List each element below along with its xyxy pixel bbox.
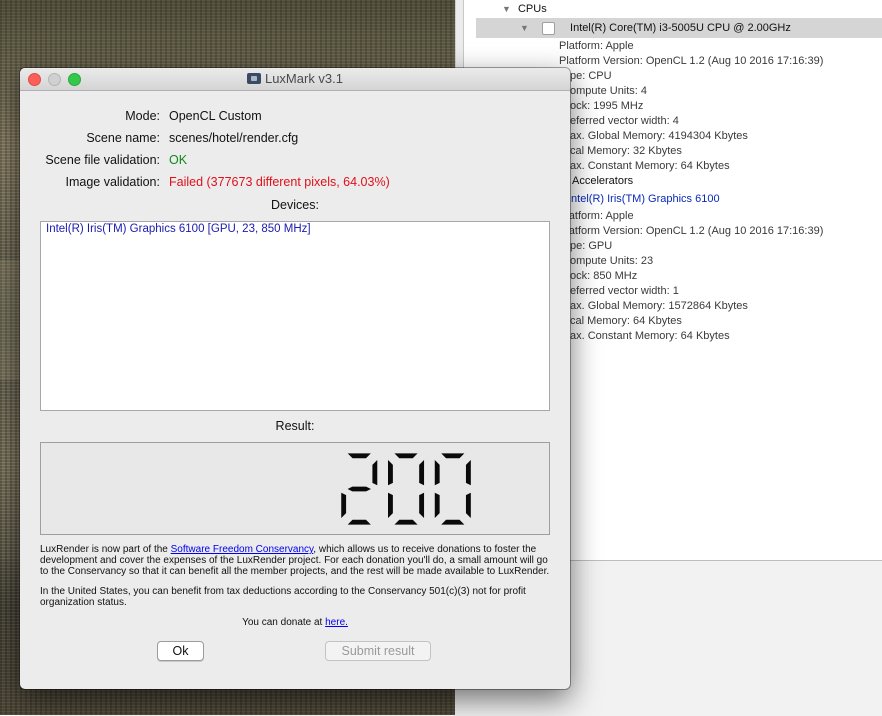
lcd-segment	[392, 518, 420, 526]
lcd-segment	[345, 518, 374, 526]
lcd-segment	[345, 485, 374, 493]
tree-property-row: ock: 850 MHz	[570, 270, 638, 282]
tree-header-accelerators: Accelerators	[572, 175, 634, 187]
tree-property-row: Platform: Apple	[559, 40, 634, 52]
list-item[interactable]: Intel(R) Iris(TM) Graphics 6100 [GPU, 23…	[46, 223, 311, 235]
tree-property-row: pe: CPU	[570, 70, 612, 82]
tree-property-row: cal Memory: 32 Kbytes	[570, 145, 682, 157]
mode-label: Mode:	[125, 109, 160, 123]
tree-property-row: pe: GPU	[570, 240, 613, 252]
donate-line: You can donate at here.	[20, 617, 570, 628]
tree-property-row: Platform Version: OpenCL 1.2 (Aug 10 201…	[559, 55, 824, 67]
lcd-segment	[418, 457, 426, 487]
tree-property-row: ax. Global Memory: 1572864 Kbytes	[570, 300, 748, 312]
luxmark-app-icon	[246, 73, 261, 84]
tree-header-cpus: CPUs	[517, 3, 547, 15]
tree-property-row: ax. Constant Memory: 64 Kbytes	[570, 330, 730, 342]
lcd-segment	[438, 452, 467, 460]
lcd-segment	[433, 457, 441, 487]
lcd-segment	[387, 457, 394, 487]
result-title: Result:	[275, 419, 315, 433]
disclosure-triangle-icon[interactable]: ▼	[520, 23, 529, 33]
donate-text: You can donate at	[242, 617, 326, 628]
tree-property-row: ompute Units: 23	[570, 255, 654, 267]
luxmark-dialog: LuxMark v3.1 Mode: OpenCL Custom Scene n…	[20, 68, 570, 689]
submit-result-button[interactable]: Submit result	[325, 641, 431, 661]
image-validation-value: Failed (377673 different pixels, 64.03%)	[169, 175, 390, 189]
tree-property-row: eferred vector width: 4	[570, 115, 679, 127]
lcd-digit	[433, 452, 472, 526]
lcd-segment	[433, 491, 441, 521]
tree-property-row: eferred vector width: 1	[570, 285, 679, 297]
software-freedom-conservancy-link[interactable]: Software Freedom Conservancy	[171, 544, 314, 555]
lcd-segment	[438, 518, 467, 526]
lcd-segment	[392, 452, 420, 460]
lcd-segment	[345, 452, 374, 460]
window-title: LuxMark v3.1	[264, 71, 344, 86]
window-title-container: LuxMark v3.1	[20, 71, 570, 86]
title-bar[interactable]: LuxMark v3.1	[20, 68, 570, 91]
lcd-segment	[464, 491, 472, 521]
lcd-segment	[418, 491, 426, 521]
donate-here-link[interactable]: here.	[325, 617, 348, 628]
disclosure-triangle-icon[interactable]: ▼	[502, 4, 511, 14]
result-display	[40, 442, 550, 535]
info-text: LuxRender is now part of the	[40, 544, 171, 555]
device-checkbox[interactable]	[541, 21, 555, 35]
tree-property-row: ax. Constant Memory: 64 Kbytes	[570, 160, 730, 172]
scene-name-label: Scene name:	[86, 131, 160, 145]
tree-cpu-device: Intel(R) Core(TM) i3-5005U CPU @ 2.00GHz	[570, 22, 791, 34]
image-validation-label: Image validation:	[65, 175, 160, 189]
info-paragraph-donations: LuxRender is now part of the Software Fr…	[40, 544, 552, 577]
tree-gpu-device: Intel(R) Iris(TM) Graphics 6100	[568, 193, 720, 205]
tree-property-row: Platform: Apple	[559, 210, 634, 222]
lcd-segment	[387, 491, 394, 521]
scene-validation-value: OK	[169, 153, 188, 167]
lcd-result-digits	[340, 452, 472, 526]
lcd-digit	[387, 452, 426, 526]
lcd-segment	[464, 457, 472, 487]
tree-property-row: ock: 1995 MHz	[570, 100, 644, 112]
tree-property-row: Platform Version: OpenCL 1.2 (Aug 10 201…	[559, 225, 824, 237]
tree-property-row: cal Memory: 64 Kbytes	[570, 315, 682, 327]
devices-list[interactable]: Intel(R) Iris(TM) Graphics 6100 [GPU, 23…	[40, 221, 550, 411]
tree-property-row: ax. Global Memory: 4194304 Kbytes	[570, 130, 748, 142]
devices-title: Devices:	[271, 198, 319, 212]
lcd-segment	[371, 457, 379, 487]
tree-property-row: ompute Units: 4	[570, 85, 648, 97]
lcd-digit	[340, 452, 379, 526]
info-paragraph-tax: In the United States, you can benefit fr…	[40, 586, 526, 608]
ok-button[interactable]: Ok	[157, 641, 204, 661]
lcd-segment	[340, 491, 348, 521]
scene-validation-label: Scene file validation:	[45, 153, 160, 167]
mode-value: OpenCL Custom	[169, 109, 262, 123]
scene-name-value: scenes/hotel/render.cfg	[169, 131, 299, 145]
